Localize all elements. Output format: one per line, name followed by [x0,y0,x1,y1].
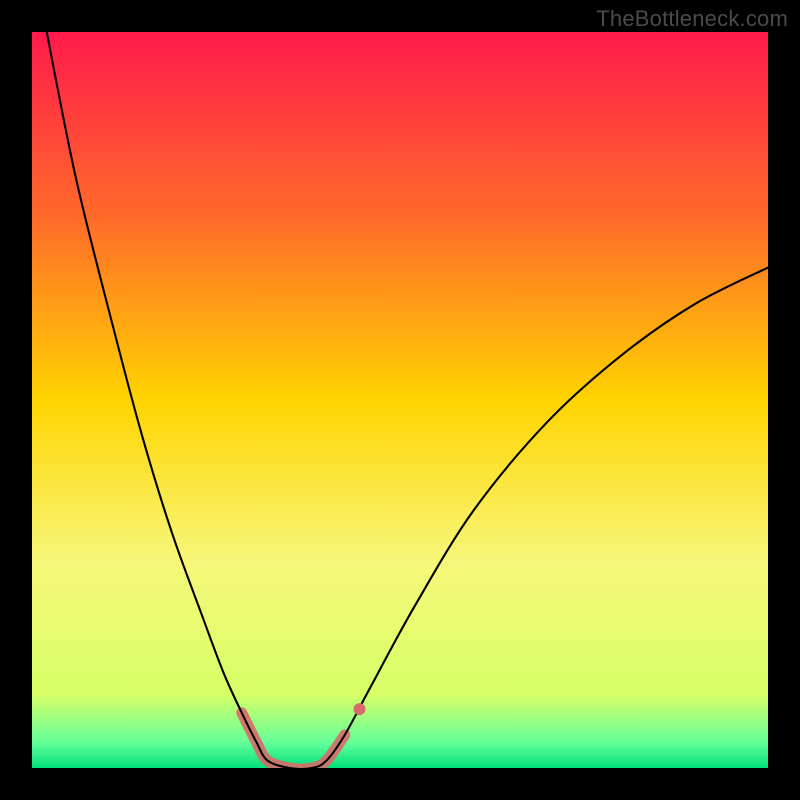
chart-frame: TheBottleneck.com [0,0,800,800]
highlight-marker-dot [354,703,366,715]
watermark-text: TheBottleneck.com [596,6,788,32]
plot-area [32,32,768,768]
gradient-background [32,32,768,768]
chart-svg [32,32,768,768]
